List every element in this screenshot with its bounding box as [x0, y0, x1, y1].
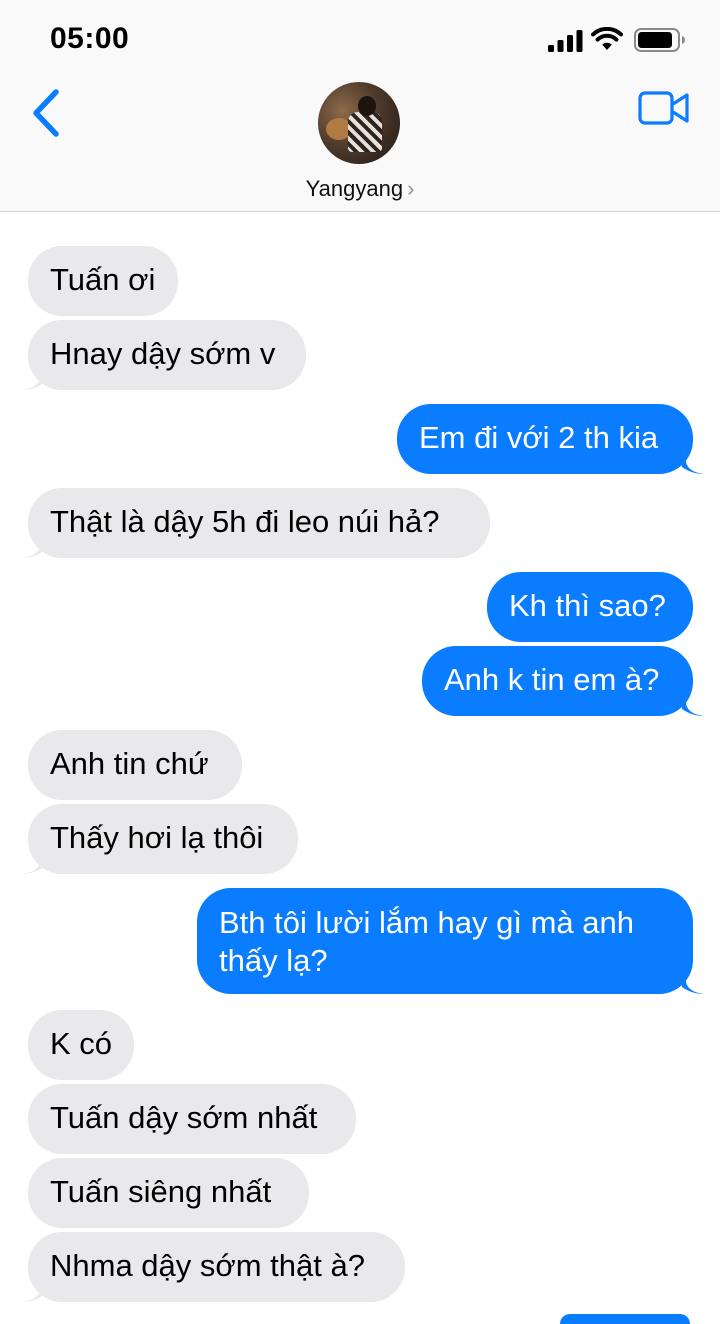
- chevron-right-icon: ›: [407, 176, 415, 201]
- contact-name-button[interactable]: Yangyang ›: [0, 176, 720, 202]
- received-message[interactable]: Tuấn ơi: [28, 246, 178, 316]
- conversation-header: 05:00 Yangyang ›: [0, 0, 720, 212]
- sent-message[interactable]: Bth tôi lười lắm hay gì mà anh thấy lạ?: [197, 888, 693, 994]
- wifi-icon: [591, 27, 623, 50]
- received-message[interactable]: Hnay dậy sớm v: [28, 320, 306, 390]
- status-time: 05:00: [50, 22, 130, 55]
- bubble-tail: [682, 970, 704, 994]
- sent-message[interactable]: Anh k tin em à?: [422, 646, 693, 716]
- sent-message[interactable]: Em đi với 2 th kia: [397, 404, 693, 474]
- received-message[interactable]: Thật là dậy 5h đi leo núi hả?: [28, 488, 490, 558]
- bubble-tail: [682, 692, 704, 716]
- battery-icon: [634, 28, 685, 52]
- contact-avatar[interactable]: [318, 82, 400, 164]
- contact-name: Yangyang: [305, 176, 404, 201]
- received-message[interactable]: Thấy hơi lạ thôi: [28, 804, 298, 874]
- bubble-tail: [22, 366, 44, 390]
- sent-message-partial[interactable]: [560, 1314, 690, 1324]
- received-message[interactable]: K có: [28, 1010, 134, 1080]
- received-message[interactable]: Tuấn dậy sớm nhất: [28, 1084, 356, 1154]
- received-message[interactable]: Nhma dậy sớm thật à?: [28, 1232, 405, 1302]
- bubble-tail: [22, 534, 44, 558]
- received-message[interactable]: Anh tin chứ: [28, 730, 242, 800]
- bubble-tail: [22, 850, 44, 874]
- bubble-tail: [682, 450, 704, 474]
- cellular-signal-icon: [548, 30, 583, 52]
- received-message[interactable]: Tuấn siêng nhất: [28, 1158, 309, 1228]
- video-camera-icon[interactable]: [638, 90, 690, 126]
- sent-message[interactable]: Kh thì sao?: [487, 572, 693, 642]
- back-chevron-icon[interactable]: [28, 88, 64, 138]
- bubble-tail: [22, 1278, 44, 1302]
